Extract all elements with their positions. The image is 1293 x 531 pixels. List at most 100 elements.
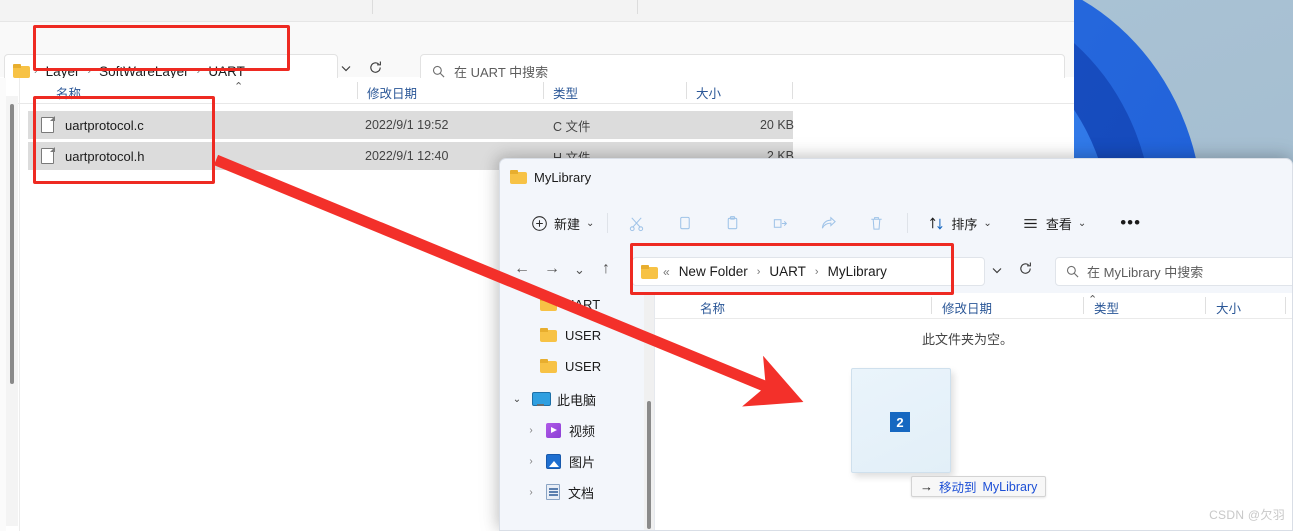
search-input[interactable]: 在 MyLibrary 中搜索 [1055, 257, 1292, 286]
trash-icon [867, 214, 885, 232]
sidebar-item-user-1[interactable]: USER [500, 320, 601, 350]
sidebar-item-pictures[interactable]: › 图片 [500, 446, 595, 476]
sort-button[interactable]: 排序 ⌄ [919, 209, 999, 238]
column-divider[interactable] [1205, 297, 1206, 314]
table-row[interactable]: uartprotocol.c 2022/9/1 19:52 C 文件 20 KB [28, 111, 794, 139]
column-divider[interactable] [792, 82, 793, 99]
scrollbar-thumb[interactable] [647, 401, 651, 529]
file-icon [41, 147, 55, 164]
copy-button[interactable] [667, 209, 701, 237]
drag-action-label: 移动到 [939, 481, 977, 495]
ellipsis-icon: ••• [1120, 213, 1142, 232]
forward-button[interactable]: → [544, 260, 560, 278]
paste-button[interactable] [715, 209, 749, 237]
address-bar-row: › Layer › SoftWareLayer › UART chevron-d… [0, 22, 1074, 88]
column-header-date[interactable]: 修改日期 [367, 83, 417, 102]
delete-button[interactable] [859, 209, 893, 237]
up-button[interactable]: ↑ [602, 260, 610, 278]
column-header-type[interactable]: 类型 [1094, 298, 1119, 317]
breadcrumb-separator: › [756, 265, 761, 278]
folder-icon [540, 359, 557, 373]
view-button[interactable]: 查看 ⌄ [1014, 209, 1094, 238]
chevron-right-icon[interactable]: › [524, 487, 538, 498]
sidebar-item-label: 此电脑 [557, 392, 597, 408]
folder-icon [13, 64, 30, 78]
column-divider[interactable] [931, 297, 932, 314]
file-size: 20 KB [759, 118, 794, 132]
this-pc-icon [532, 392, 551, 406]
chevron-right-icon[interactable]: › [524, 425, 538, 436]
breadcrumb-separator: › [196, 65, 201, 77]
sidebar-item-label: 图片 [569, 454, 596, 470]
toolbar-separator-2 [637, 0, 638, 14]
breadcrumb-separator: › [34, 65, 38, 77]
sidebar-item-videos[interactable]: › 视频 [500, 415, 595, 445]
plus-circle-icon [530, 214, 548, 232]
paste-icon [723, 214, 741, 232]
column-divider[interactable] [543, 82, 544, 99]
column-headers: 名称 ⌃ 修改日期 类型 大小 [0, 78, 1074, 104]
chevron-right-icon[interactable]: › [524, 456, 538, 467]
breadcrumb-item-mylibrary[interactable]: MyLibrary [824, 262, 891, 281]
rename-button[interactable] [763, 209, 797, 237]
chevron-down-icon[interactable]: ⌄ [510, 394, 524, 405]
cut-button[interactable] [619, 209, 653, 237]
column-header-name[interactable]: 名称 ⌃ [700, 294, 1097, 317]
column-divider[interactable] [686, 82, 687, 99]
breadcrumb-separator: › [814, 265, 819, 278]
breadcrumb-overflow[interactable]: « [663, 265, 670, 279]
column-divider[interactable] [1285, 297, 1286, 314]
arrow-right-icon: → [920, 479, 933, 494]
column-header-size[interactable]: 大小 [1216, 298, 1241, 317]
column-header-date[interactable]: 修改日期 [942, 298, 992, 317]
chevron-down-icon[interactable]: ⌄ [586, 218, 594, 229]
search-placeholder: 在 MyLibrary 中搜索 [1087, 265, 1204, 280]
scrollbar-thumb[interactable] [10, 104, 14, 384]
command-toolbar[interactable]: 新建 ⌄ 排序 ⌄ 查看 ⌄ ••• [500, 201, 1292, 245]
column-header-name[interactable]: 名称 ⌃ [56, 81, 243, 102]
column-header-size[interactable]: 大小 [696, 83, 721, 102]
window-title: MyLibrary [534, 169, 592, 185]
breadcrumb-item-uart[interactable]: UART [765, 262, 810, 281]
documents-icon [546, 484, 560, 500]
nav-pane-divider[interactable] [19, 78, 20, 531]
breadcrumb-bar[interactable]: « New Folder › UART › MyLibrary [632, 257, 985, 286]
videos-icon [546, 422, 561, 438]
recent-locations-button[interactable]: ⌄ [574, 262, 585, 278]
file-date: 2022/9/1 19:52 [365, 118, 449, 132]
window-title-bar[interactable]: MyLibrary [510, 166, 591, 188]
share-button[interactable] [811, 209, 845, 237]
drag-target-label: MyLibrary [982, 479, 1038, 494]
scissors-icon [627, 214, 645, 232]
column-header-type[interactable]: 类型 [553, 83, 578, 102]
toolbar-separator [607, 213, 609, 233]
sidebar-item-documents[interactable]: › 文档 [500, 477, 594, 507]
drag-drop-tooltip: → 移动到 MyLibrary [911, 476, 1047, 497]
sidebar-item-user-2[interactable]: USER [500, 351, 601, 381]
view-list-icon [1022, 214, 1040, 232]
file-explorer-window-mylibrary[interactable]: MyLibrary 新建 ⌄ 排序 ⌄ 查看 ⌄ ••• ← → ⌄ ↑ « N… [499, 158, 1293, 531]
toolbar-separator [907, 213, 909, 233]
sidebar-item-uart[interactable]: UART [500, 293, 600, 319]
sidebar-item-this-pc[interactable]: ⌄ 此电脑 [500, 384, 596, 414]
toolbar-clipped[interactable]: ✂ ❐ 📋 ▭ ▯ [0, 0, 1074, 22]
chevron-down-icon[interactable] [991, 264, 1003, 276]
column-divider[interactable] [357, 82, 358, 99]
nav-pane-scrollbar[interactable] [644, 293, 654, 530]
refresh-icon[interactable] [1018, 261, 1033, 276]
sidebar-item-label: USER [565, 358, 602, 374]
breadcrumb-item-new-folder[interactable]: New Folder [675, 262, 752, 281]
more-options-button[interactable]: ••• [1112, 213, 1149, 233]
refresh-icon[interactable] [368, 60, 383, 75]
navigation-bar: ← → ⌄ ↑ « New Folder › UART › MyLibrary … [500, 247, 1292, 293]
back-button[interactable]: ← [514, 260, 530, 278]
navigation-pane[interactable]: UART USER USER ⌄ 此电脑 › 视频 › 图片 › 文档 [500, 293, 651, 530]
chevron-down-icon[interactable]: ⌄ [983, 218, 991, 229]
chevron-down-icon[interactable]: chevron-down-icon [340, 62, 352, 74]
nav-pane-scrollbar[interactable] [6, 96, 18, 526]
folder-icon [510, 170, 527, 184]
empty-folder-message: 此文件夹为空。 [921, 332, 1013, 347]
chevron-down-icon[interactable]: ⌄ [1078, 218, 1086, 229]
column-divider[interactable] [1083, 297, 1084, 314]
new-button[interactable]: 新建 ⌄ [522, 209, 602, 238]
